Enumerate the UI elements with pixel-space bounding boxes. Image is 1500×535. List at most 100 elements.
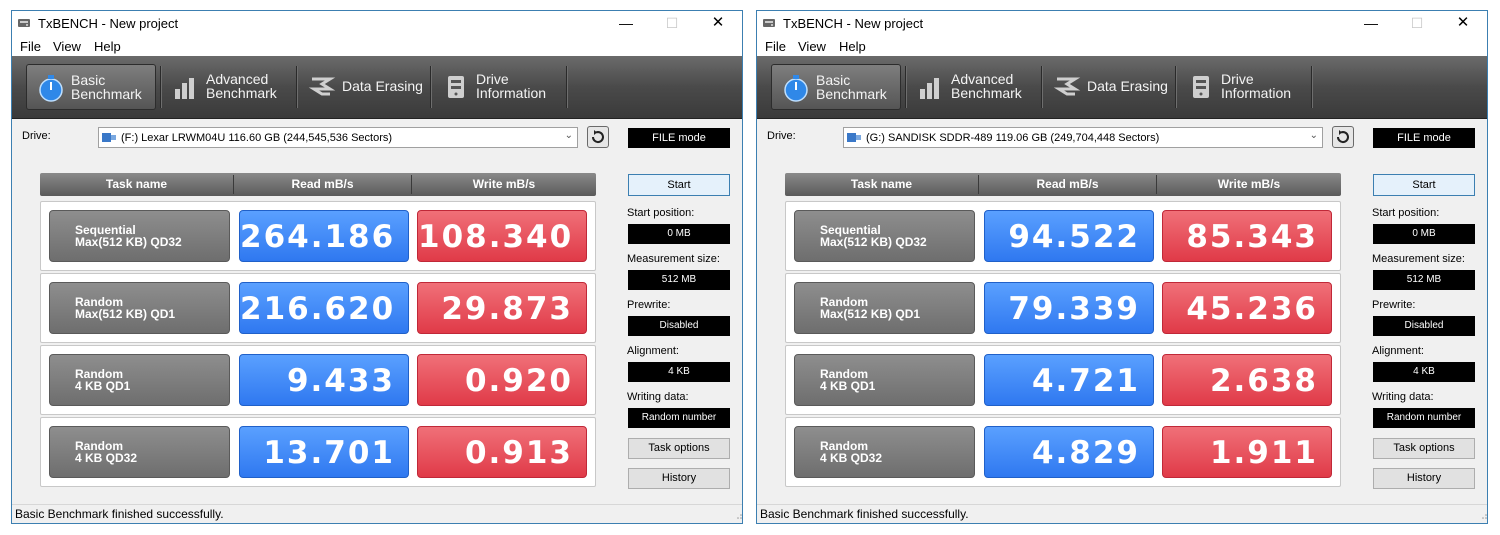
close-button[interactable]: ✕ bbox=[1443, 13, 1483, 33]
alignment-label: Alignment: bbox=[1372, 345, 1424, 357]
txbench-window-left: TxBENCH - New project — ☐ ✕ File View He… bbox=[11, 10, 743, 524]
prewrite-field[interactable]: Disabled bbox=[1373, 316, 1475, 336]
read-value: 4.829 bbox=[984, 426, 1154, 478]
task-options-button[interactable]: Task options bbox=[1373, 438, 1475, 459]
task-button[interactable]: Sequential Max(512 KB) QD32 bbox=[794, 210, 975, 262]
tab-label-line2: Information bbox=[1221, 85, 1292, 101]
write-value: 1.911 bbox=[1162, 426, 1332, 478]
read-value: 264.186 bbox=[239, 210, 409, 262]
measurement-size-field[interactable]: 512 MB bbox=[1373, 270, 1475, 290]
title-bar[interactable]: TxBENCH - New project — ☐ ✕ bbox=[12, 11, 742, 36]
header-task-name: Task name bbox=[105, 177, 168, 191]
drive-select[interactable]: (G:) SANDISK SDDR-489 119.06 GB (249,704… bbox=[843, 127, 1323, 148]
toolbar-separator bbox=[566, 66, 568, 108]
menu-help[interactable]: Help bbox=[839, 39, 866, 54]
start-position-field[interactable]: 0 MB bbox=[1373, 224, 1475, 244]
tab-label-line2: Benchmark bbox=[816, 86, 887, 102]
tab-advanced-benchmark[interactable]: Advanced Benchmark bbox=[907, 64, 1039, 110]
read-value: 216.620 bbox=[239, 282, 409, 334]
result-row-rnd-4k-qd1: Random 4 KB QD1 4.721 2.638 bbox=[785, 345, 1341, 415]
menu-view[interactable]: View bbox=[798, 39, 826, 54]
tab-drive-information[interactable]: Drive Information bbox=[1177, 64, 1309, 110]
prewrite-field[interactable]: Disabled bbox=[628, 316, 730, 336]
task-line2: 4 KB QD1 bbox=[75, 379, 131, 393]
refresh-button[interactable] bbox=[587, 126, 609, 148]
tab-basic-benchmark[interactable]: Basic Benchmark bbox=[771, 64, 901, 110]
toolbar-separator bbox=[1311, 66, 1313, 108]
header-read: Read mB/s bbox=[1036, 177, 1099, 191]
minimize-button[interactable]: — bbox=[606, 13, 646, 33]
tab-data-erasing[interactable]: Data Erasing bbox=[1043, 64, 1173, 110]
result-row-seq-512k-qd32: Sequential Max(512 KB) QD32 94.522 85.34… bbox=[785, 201, 1341, 271]
app-icon bbox=[18, 19, 30, 27]
refresh-button[interactable] bbox=[1332, 126, 1354, 148]
result-row-seq-512k-qd32: Sequential Max(512 KB) QD32 264.186 108.… bbox=[40, 201, 596, 271]
writing-data-field[interactable]: Random number bbox=[628, 408, 730, 428]
maximize-button[interactable]: ☐ bbox=[652, 13, 692, 33]
status-bar: Basic Benchmark finished successfully. bbox=[12, 504, 742, 523]
write-value: 45.236 bbox=[1162, 282, 1332, 334]
task-button[interactable]: Random 4 KB QD1 bbox=[49, 354, 230, 406]
result-row-rnd-4k-qd1: Random 4 KB QD1 9.433 0.920 bbox=[40, 345, 596, 415]
close-button[interactable]: ✕ bbox=[698, 13, 738, 33]
read-value: 94.522 bbox=[984, 210, 1154, 262]
drive-select-value: (G:) SANDISK SDDR-489 119.06 GB (249,704… bbox=[866, 132, 1160, 144]
task-button[interactable]: Random 4 KB QD32 bbox=[49, 426, 230, 478]
resize-grip-icon[interactable] bbox=[1481, 513, 1487, 519]
alignment-field[interactable]: 4 KB bbox=[628, 362, 730, 382]
alignment-field[interactable]: 4 KB bbox=[1373, 362, 1475, 382]
write-value: 0.920 bbox=[417, 354, 587, 406]
task-line2: 4 KB QD32 bbox=[820, 451, 883, 465]
menu-file[interactable]: File bbox=[765, 39, 786, 54]
chevron-down-icon: ⌄ bbox=[564, 130, 573, 141]
task-options-button[interactable]: Task options bbox=[628, 438, 730, 459]
read-value: 4.721 bbox=[984, 354, 1154, 406]
start-position-label: Start position: bbox=[627, 207, 695, 219]
menu-file[interactable]: File bbox=[20, 39, 41, 54]
tab-label-line2: Information bbox=[476, 85, 547, 101]
measurement-size-field[interactable]: 512 MB bbox=[628, 270, 730, 290]
task-button[interactable]: Random 4 KB QD32 bbox=[794, 426, 975, 478]
task-button[interactable]: Random Max(512 KB) QD1 bbox=[49, 282, 230, 334]
menu-help[interactable]: Help bbox=[94, 39, 121, 54]
drive-label: Drive: bbox=[22, 130, 51, 142]
tab-advanced-benchmark[interactable]: Advanced Benchmark bbox=[162, 64, 294, 110]
menu-bar: File View Help bbox=[757, 36, 1487, 56]
start-position-label: Start position: bbox=[1372, 207, 1440, 219]
tab-label-line2: Benchmark bbox=[71, 86, 142, 102]
tab-drive-information[interactable]: Drive Information bbox=[432, 64, 564, 110]
menu-view[interactable]: View bbox=[53, 39, 81, 54]
history-button[interactable]: History bbox=[628, 468, 730, 489]
writing-data-field[interactable]: Random number bbox=[1373, 408, 1475, 428]
drive-info-icon bbox=[448, 76, 464, 98]
drive-label: Drive: bbox=[767, 130, 796, 142]
history-button[interactable]: History bbox=[1373, 468, 1475, 489]
task-button[interactable]: Random Max(512 KB) QD1 bbox=[794, 282, 975, 334]
alignment-label: Alignment: bbox=[627, 345, 679, 357]
drive-icon bbox=[847, 133, 861, 142]
maximize-button[interactable]: ☐ bbox=[1397, 13, 1437, 33]
write-value: 0.913 bbox=[417, 426, 587, 478]
resize-grip-icon[interactable] bbox=[736, 513, 742, 519]
menu-bar: File View Help bbox=[12, 36, 742, 56]
task-line2: Max(512 KB) QD1 bbox=[75, 307, 176, 321]
start-button[interactable]: Start bbox=[628, 174, 730, 196]
task-button[interactable]: Sequential Max(512 KB) QD32 bbox=[49, 210, 230, 262]
writing-data-label: Writing data: bbox=[1372, 391, 1434, 403]
prewrite-label: Prewrite: bbox=[1372, 299, 1416, 311]
eraser-icon bbox=[1053, 77, 1081, 96]
minimize-button[interactable]: — bbox=[1351, 13, 1391, 33]
tab-data-erasing[interactable]: Data Erasing bbox=[298, 64, 428, 110]
header-write: Write mB/s bbox=[472, 177, 536, 191]
toolbar: Basic Benchmark Advanced Benchmark Data Er… bbox=[757, 56, 1487, 119]
title-bar[interactable]: TxBENCH - New project — ☐ ✕ bbox=[757, 11, 1487, 36]
result-row-rnd-4k-qd32: Random 4 KB QD32 13.701 0.913 bbox=[40, 417, 596, 487]
tab-basic-benchmark[interactable]: Basic Benchmark bbox=[26, 64, 156, 110]
task-button[interactable]: Random 4 KB QD1 bbox=[794, 354, 975, 406]
result-row-rnd-512k-qd1: Random Max(512 KB) QD1 79.339 45.236 bbox=[785, 273, 1341, 343]
start-position-field[interactable]: 0 MB bbox=[628, 224, 730, 244]
drive-select[interactable]: (F:) Lexar LRWM04U 116.60 GB (244,545,53… bbox=[98, 127, 578, 148]
eraser-icon bbox=[308, 77, 336, 96]
result-row-rnd-4k-qd32: Random 4 KB QD32 4.829 1.911 bbox=[785, 417, 1341, 487]
start-button[interactable]: Start bbox=[1373, 174, 1475, 196]
